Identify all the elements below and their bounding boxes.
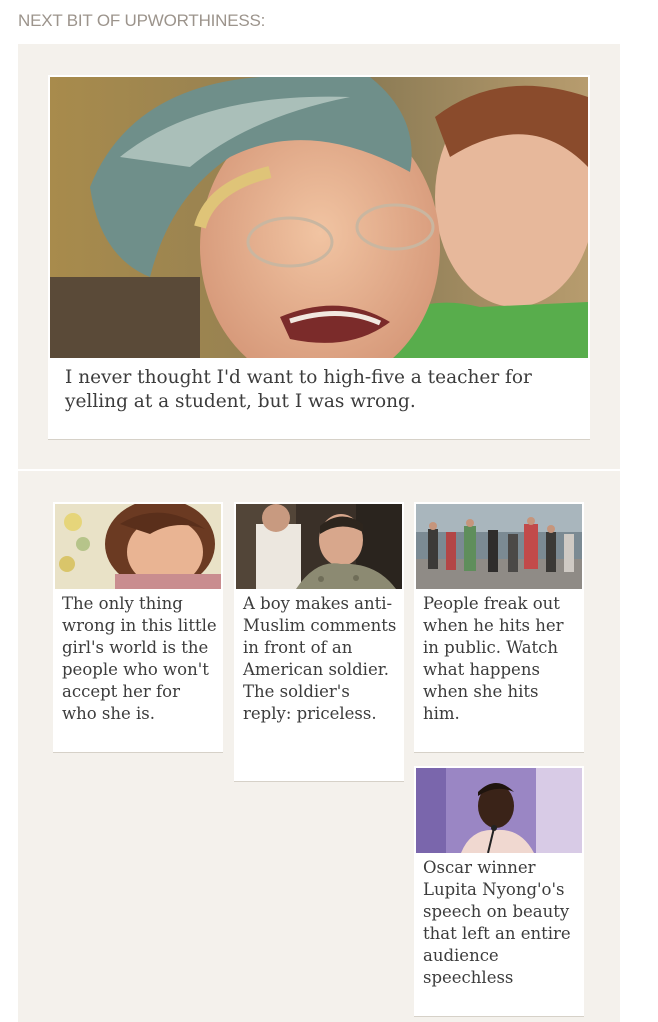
story-card[interactable]: People freak out when he hits her in pub… [414, 502, 584, 752]
recommendations-panel: I never thought I'd want to high-five a … [18, 44, 620, 1022]
featured-story-thumbnail[interactable] [50, 77, 588, 358]
story-title[interactable]: Oscar winner Lupita Nyong'o's speech on … [423, 857, 579, 989]
story-thumbnail[interactable] [236, 504, 402, 589]
story-thumbnail[interactable] [416, 504, 582, 589]
section-heading: NEXT BIT OF UPWORTHINESS: [18, 11, 266, 30]
story-card[interactable]: A boy makes anti-Muslim comments in fron… [234, 502, 404, 781]
section-divider [18, 469, 620, 471]
soldier-image [236, 504, 402, 589]
story-card[interactable]: The only thing wrong in this little girl… [53, 502, 223, 752]
little-girl-image [55, 504, 221, 589]
story-thumbnail[interactable] [55, 504, 221, 589]
featured-story-title[interactable]: I never thought I'd want to high-five a … [65, 366, 565, 414]
crying-student-image [50, 77, 588, 358]
story-title[interactable]: People freak out when he hits her in pub… [423, 593, 579, 725]
story-thumbnail[interactable] [416, 768, 582, 853]
speech-image [416, 768, 582, 853]
street-scene-image [416, 504, 582, 589]
story-card[interactable]: Oscar winner Lupita Nyong'o's speech on … [414, 766, 584, 1016]
story-title[interactable]: A boy makes anti-Muslim comments in fron… [243, 593, 399, 725]
story-title[interactable]: The only thing wrong in this little girl… [62, 593, 218, 725]
featured-story-card[interactable]: I never thought I'd want to high-five a … [48, 75, 590, 439]
